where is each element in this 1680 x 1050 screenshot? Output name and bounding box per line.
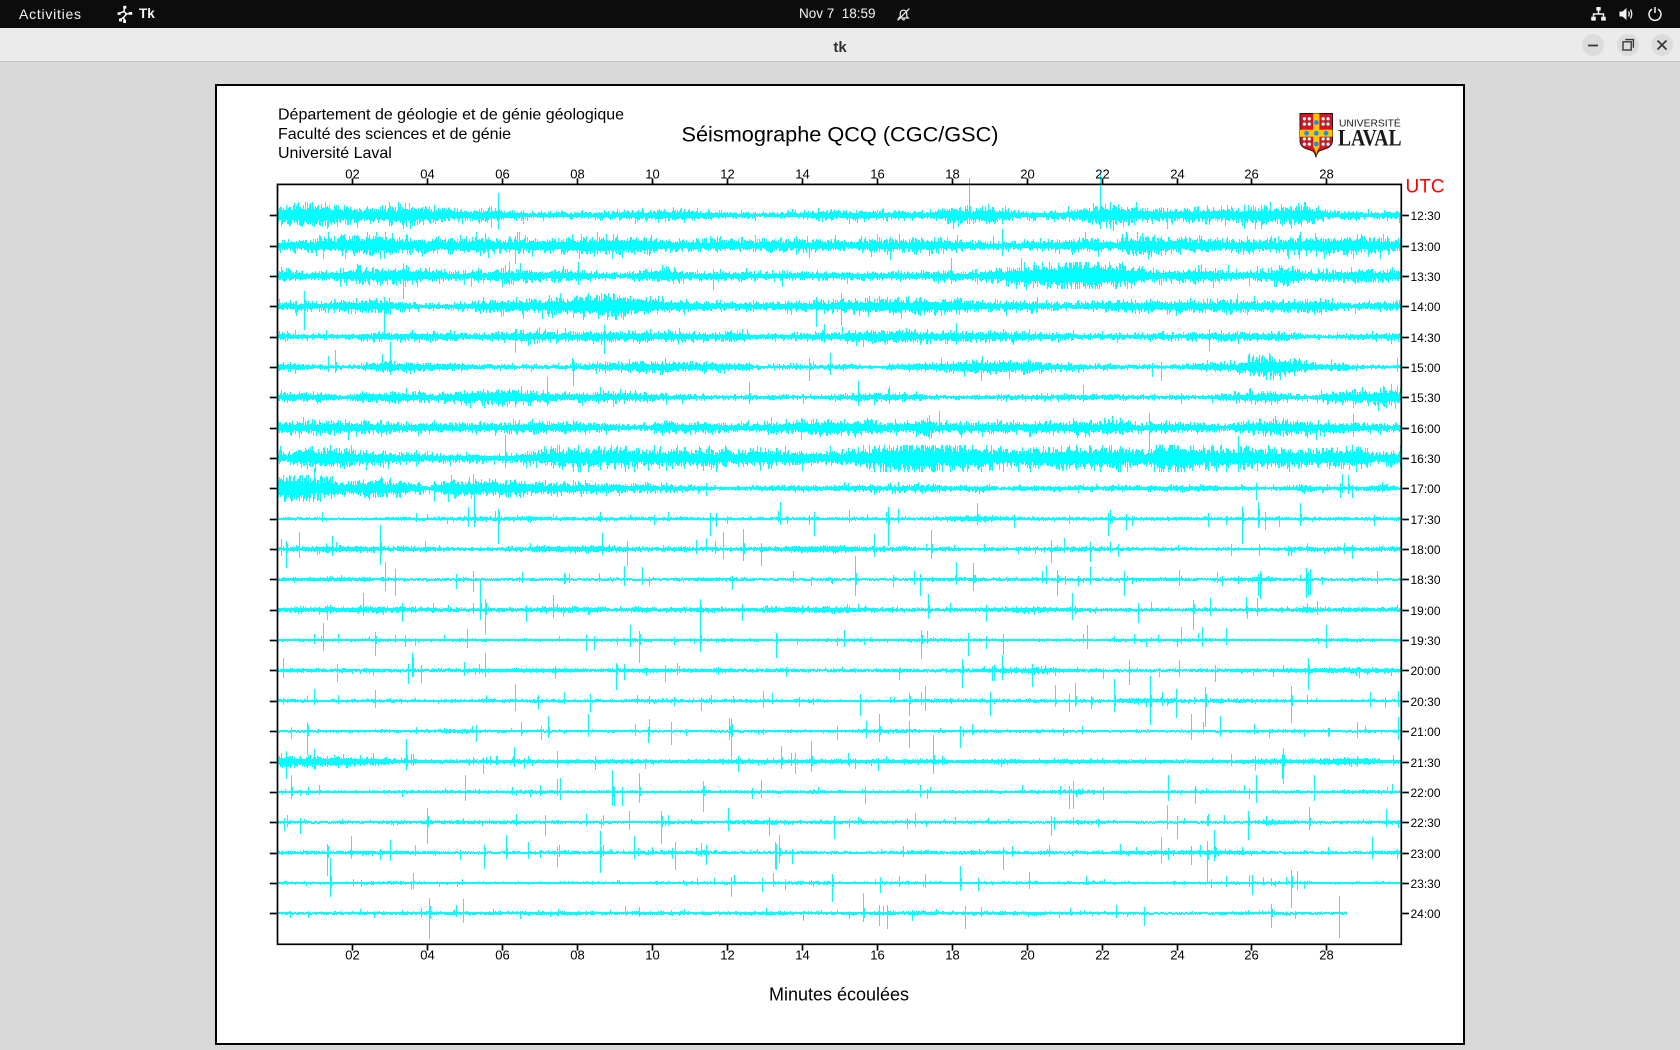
svg-text:UTC: UTC [1406,176,1445,197]
svg-text:12: 12 [720,167,734,182]
svg-text:Minutes écoulées: Minutes écoulées [769,985,909,1005]
svg-text:20:00: 20:00 [1411,664,1441,678]
svg-text:12:30: 12:30 [1411,209,1441,223]
svg-text:14: 14 [795,948,809,963]
svg-text:08: 08 [570,948,584,963]
svg-text:18:00: 18:00 [1411,543,1441,557]
svg-text:06: 06 [495,167,509,182]
svg-text:28: 28 [1319,948,1333,963]
svg-text:14: 14 [795,167,809,182]
svg-text:19:00: 19:00 [1411,604,1441,618]
svg-text:16: 16 [870,167,884,182]
svg-text:12: 12 [720,948,734,963]
svg-text:28: 28 [1319,167,1333,182]
svg-text:Séismographe QCQ (CGC/GSC): Séismographe QCQ (CGC/GSC) [682,121,999,146]
svg-text:16:30: 16:30 [1411,452,1441,466]
svg-text:14:30: 14:30 [1411,331,1441,345]
svg-text:10: 10 [645,167,659,182]
svg-text:08: 08 [570,167,584,182]
svg-text:Département de géologie et de: Département de géologie et de génie géol… [278,107,624,124]
svg-text:04: 04 [420,167,434,182]
svg-text:24: 24 [1170,167,1184,182]
svg-text:13:30: 13:30 [1411,270,1441,284]
svg-text:24: 24 [1170,948,1184,963]
svg-text:22: 22 [1095,948,1109,963]
svg-text:17:30: 17:30 [1411,513,1441,527]
svg-text:Université Laval: Université Laval [278,145,392,162]
svg-text:24:00: 24:00 [1411,907,1441,921]
svg-text:18:30: 18:30 [1411,573,1441,587]
svg-text:26: 26 [1244,167,1258,182]
svg-text:20: 20 [1020,948,1034,963]
svg-text:15:00: 15:00 [1411,361,1441,375]
svg-text:22: 22 [1095,167,1109,182]
svg-text:22:00: 22:00 [1411,786,1441,800]
svg-text:23:00: 23:00 [1411,847,1441,861]
svg-text:02: 02 [345,167,359,182]
svg-text:18: 18 [945,948,959,963]
svg-text:13:00: 13:00 [1411,240,1441,254]
svg-text:16: 16 [870,948,884,963]
svg-text:18: 18 [945,167,959,182]
svg-text:20:30: 20:30 [1411,695,1441,709]
svg-text:04: 04 [420,948,434,963]
svg-text:06: 06 [495,948,509,963]
svg-text:16:00: 16:00 [1411,422,1441,436]
svg-text:17:00: 17:00 [1411,482,1441,496]
svg-text:20: 20 [1020,167,1034,182]
svg-text:26: 26 [1244,948,1258,963]
svg-text:15:30: 15:30 [1411,391,1441,405]
svg-text:14:00: 14:00 [1411,300,1441,314]
svg-text:02: 02 [345,948,359,963]
svg-text:21:00: 21:00 [1411,725,1441,739]
svg-text:10: 10 [645,948,659,963]
svg-text:19:30: 19:30 [1411,634,1441,648]
svg-text:21:30: 21:30 [1411,756,1441,770]
svg-text:LAVAL: LAVAL [1338,126,1402,152]
svg-text:23:30: 23:30 [1411,877,1441,891]
svg-text:22:30: 22:30 [1411,816,1441,830]
svg-text:Faculté des sciences et de gén: Faculté des sciences et de génie [278,126,511,143]
